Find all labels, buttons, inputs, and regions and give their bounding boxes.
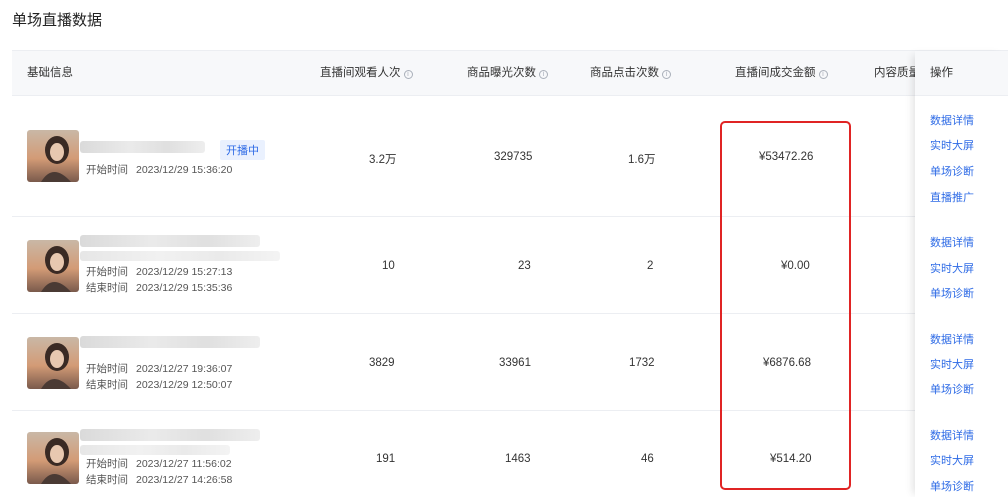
header-actions: 操作: [915, 51, 1008, 96]
table-row: 开始时间 2023/12/27 19:36:07 结束时间 2023/12/29 1…: [12, 314, 1008, 411]
data-detail-link[interactable]: 数据详情: [930, 234, 974, 250]
table-row: 开始时间 2023/12/27 11:56:02 结束时间 2023/12/27 1…: [12, 411, 1008, 497]
end-time-value: 2023/12/27 14:26:58: [136, 474, 233, 486]
realtime-screen-link[interactable]: 实时大屏: [930, 452, 974, 468]
header-gmv: 直播间成交金额 i: [735, 51, 828, 96]
end-time-value: 2023/12/29 12:50:07: [136, 379, 233, 391]
header-content-quality-label: 内容质量: [874, 67, 920, 79]
exposure-value: 23: [518, 260, 531, 272]
header-exposure-label: 商品曝光次数: [467, 67, 536, 79]
avatar: [27, 432, 79, 484]
start-time-value: 2023/12/29 15:27:13: [136, 266, 233, 278]
start-time: 开始时间 2023/12/27 11:56:02: [86, 456, 232, 471]
header-content-quality: 内容质量: [874, 51, 920, 96]
header-viewers-label: 直播间观看人次: [320, 67, 401, 79]
data-detail-link[interactable]: 数据详情: [930, 331, 974, 347]
end-time-value: 2023/12/29 15:35:36: [136, 282, 233, 294]
clicks-value: 1.6万: [628, 154, 656, 166]
exposure-value: 1463: [505, 453, 531, 465]
header-clicks: 商品点击次数 i: [590, 51, 671, 96]
start-time-label: 开始时间: [86, 363, 128, 375]
viewers-value: 3829: [369, 357, 395, 369]
gmv-value: ¥6876.68: [763, 357, 811, 369]
avatar: [27, 337, 79, 389]
info-icon[interactable]: i: [818, 70, 828, 79]
realtime-screen-link[interactable]: 实时大屏: [930, 356, 974, 372]
start-time-label: 开始时间: [86, 266, 128, 278]
table-row: 开播中 开始时间 2023/12/29 15:36:20 3.2万 329735 …: [12, 96, 1008, 217]
exposure-value: 33961: [499, 357, 531, 369]
blurred-room-name: [80, 235, 260, 247]
header-viewers: 直播间观看人次 i: [320, 51, 413, 96]
start-time-value: 2023/12/27 11:56:02: [136, 458, 232, 470]
data-detail-link[interactable]: 数据详情: [930, 427, 974, 443]
info-icon[interactable]: i: [403, 70, 413, 79]
table-row: 开始时间 2023/12/29 15:27:13 结束时间 2023/12/29 1…: [12, 217, 1008, 314]
realtime-screen-link[interactable]: 实时大屏: [930, 260, 974, 276]
status-badge: 开播中: [220, 140, 265, 160]
page-title: 单场直播数据: [12, 12, 103, 29]
gmv-value: ¥0.00: [781, 260, 810, 272]
start-time-label: 开始时间: [86, 164, 128, 176]
actions-column: 操作 数据详情 实时大屏 单场诊断 直播推广 数据详情 实时大屏 单场诊断 数据…: [915, 51, 1008, 497]
single-diagnosis-link[interactable]: 单场诊断: [930, 285, 974, 301]
blurred-room-name: [80, 429, 260, 441]
avatar: [27, 130, 79, 182]
exposure-value: 329735: [494, 151, 533, 163]
end-time-label: 结束时间: [86, 379, 128, 391]
blurred-room-name: [80, 445, 230, 455]
info-icon[interactable]: i: [539, 70, 548, 79]
header-gmv-label: 直播间成交金额: [735, 67, 816, 79]
blurred-room-name: [80, 336, 260, 348]
start-time: 开始时间 2023/12/27 19:36:07: [86, 361, 232, 376]
gmv-value: ¥53472.26: [759, 151, 814, 163]
table-header: 基础信息 直播间观看人次 i 商品曝光次数 i 商品点击次数 i 直播间成交金额 i 内…: [12, 51, 1008, 96]
start-time: 开始时间 2023/12/29 15:27:13: [86, 264, 232, 279]
realtime-screen-link[interactable]: 实时大屏: [930, 137, 974, 153]
header-basic-info-label: 基础信息: [27, 67, 73, 79]
start-time-label: 开始时间: [86, 458, 128, 470]
start-time: 开始时间 2023/12/29 15:36:20: [86, 162, 232, 177]
single-diagnosis-link[interactable]: 单场诊断: [930, 478, 974, 494]
end-time: 结束时间 2023/12/29 15:35:36: [86, 280, 232, 295]
live-data-table: 基础信息 直播间观看人次 i 商品曝光次数 i 商品点击次数 i 直播间成交金额 i 内…: [12, 50, 1008, 497]
header-clicks-label: 商品点击次数: [590, 67, 659, 79]
clicks-value: 46: [641, 453, 654, 465]
avatar: [27, 240, 79, 292]
blurred-room-name: [80, 141, 205, 153]
single-diagnosis-link[interactable]: 单场诊断: [930, 163, 974, 179]
header-basic-info: 基础信息: [27, 51, 73, 96]
info-icon[interactable]: i: [662, 70, 671, 79]
single-diagnosis-link[interactable]: 单场诊断: [930, 381, 974, 397]
end-time: 结束时间 2023/12/29 12:50:07: [86, 377, 232, 392]
live-promotion-link[interactable]: 直播推广: [930, 189, 974, 205]
start-time-value: 2023/12/29 15:36:20: [136, 164, 233, 176]
viewers-value: 191: [376, 453, 396, 465]
end-time-label: 结束时间: [86, 282, 128, 294]
gmv-value: ¥514.20: [770, 453, 812, 465]
viewers-value: 10: [382, 260, 395, 272]
data-detail-link[interactable]: 数据详情: [930, 112, 974, 128]
end-time: 结束时间 2023/12/27 14:26:58: [86, 472, 232, 487]
start-time-value: 2023/12/27 19:36:07: [136, 363, 233, 375]
clicks-value: 1732: [629, 357, 655, 369]
viewers-value: 3.2万: [369, 154, 397, 166]
blurred-room-name: [80, 251, 280, 261]
end-time-label: 结束时间: [86, 474, 128, 486]
header-exposure: 商品曝光次数 i: [467, 51, 548, 96]
clicks-value: 2: [647, 260, 654, 272]
